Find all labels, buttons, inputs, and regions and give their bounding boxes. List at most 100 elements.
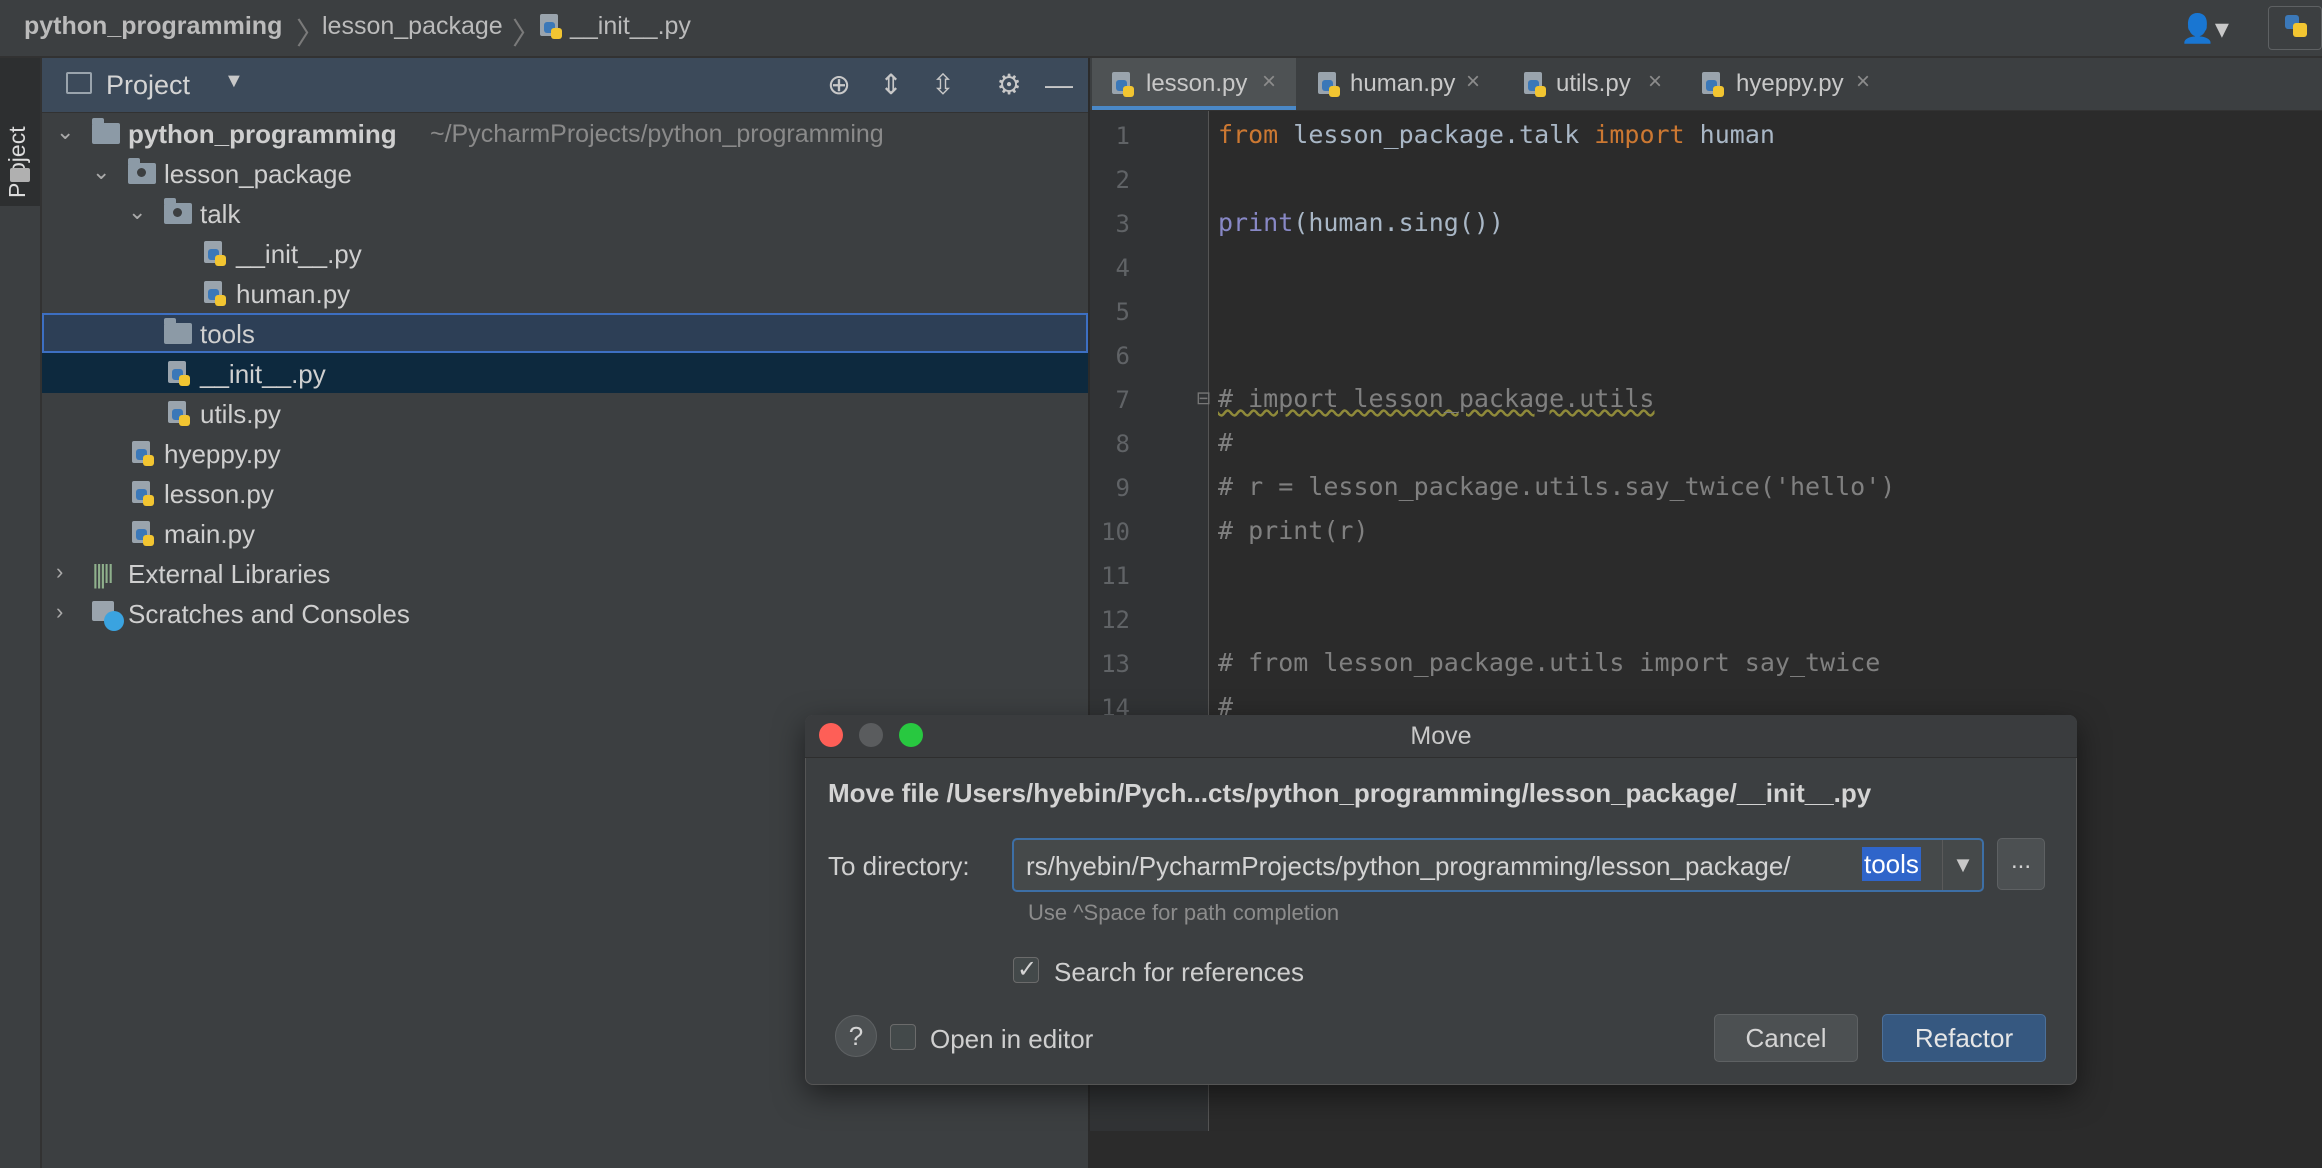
code-line-9: # r = lesson_package.utils.say_twice('he…: [1218, 472, 1896, 501]
to-directory-selected-text: tools: [1862, 847, 1921, 881]
minimize-icon[interactable]: —: [1042, 68, 1076, 102]
line-number: 3: [1115, 210, 1130, 238]
line-number: 6: [1115, 342, 1130, 370]
python-file-icon: [1700, 70, 1726, 98]
tree-item-human[interactable]: human.py: [42, 273, 1088, 313]
tree-item-talk[interactable]: ⌄ talk: [42, 193, 1088, 233]
python-file-icon: [130, 519, 156, 547]
tree-label: main.py: [164, 519, 256, 549]
clock-icon: [104, 611, 124, 631]
chevron-right-icon[interactable]: ›: [56, 559, 63, 585]
tree-label: utils.py: [200, 399, 281, 429]
project-tool-tab-label: Project: [4, 126, 30, 198]
search-references-label[interactable]: Search for references: [1054, 957, 1304, 988]
tree-label: Scratches and Consoles: [128, 599, 410, 629]
chevron-down-icon[interactable]: ⌄: [128, 199, 146, 225]
line-number: 10: [1101, 518, 1130, 546]
line-number: 13: [1101, 650, 1130, 678]
chevron-down-icon[interactable]: ⌄: [56, 119, 74, 145]
line-number: 4: [1115, 254, 1130, 282]
tree-item-lesson-package[interactable]: ⌄ lesson_package: [42, 153, 1088, 193]
library-icon: |||‖: [92, 559, 114, 589]
help-button[interactable]: ?: [835, 1015, 877, 1057]
tab-human[interactable]: human.py ×: [1310, 58, 1510, 110]
package-folder-icon: [164, 198, 192, 224]
gear-icon[interactable]: ⚙: [992, 68, 1026, 102]
collapse-all-icon[interactable]: ⇳: [926, 68, 960, 102]
tree-item-python-programming[interactable]: ⌄ python_programming ~/PycharmProjects/p…: [42, 113, 1088, 153]
tree-label: human.py: [236, 279, 351, 309]
open-in-editor-checkbox[interactable]: [890, 1024, 916, 1050]
path-completion-hint: Use ^Space for path completion: [1028, 900, 1340, 925]
close-icon[interactable]: ×: [1856, 68, 1870, 96]
tree-item-scratches[interactable]: › Scratches and Consoles: [42, 593, 1088, 633]
close-icon[interactable]: ×: [1262, 68, 1276, 96]
refactor-button[interactable]: Refactor: [1882, 1014, 2046, 1062]
tree-item-main[interactable]: main.py: [42, 513, 1088, 553]
line-number: 12: [1101, 606, 1130, 634]
tree-label: lesson.py: [164, 479, 274, 509]
tree-label: External Libraries: [128, 559, 331, 589]
project-tool-tab[interactable]: Project: [0, 58, 40, 206]
python-file-icon: [202, 239, 228, 267]
tree-item-external-libraries[interactable]: › |||‖ External Libraries: [42, 553, 1088, 593]
cancel-button[interactable]: Cancel: [1714, 1014, 1858, 1062]
tree-label: hyeppy.py: [164, 439, 281, 469]
tree-label: python_programming: [128, 119, 397, 149]
tree-item-tools[interactable]: tools: [42, 313, 1088, 353]
project-view-icon: [66, 72, 92, 94]
folder-icon: [10, 168, 30, 182]
folder-icon: [92, 118, 120, 144]
browse-button[interactable]: ...: [1997, 838, 2045, 890]
dialog-title: Move: [1410, 722, 1472, 750]
search-references-checkbox[interactable]: [1013, 955, 1039, 984]
chevron-down-icon[interactable]: ▼: [1942, 840, 1983, 890]
code-line-10: # print(r): [1218, 516, 1369, 545]
fold-icon[interactable]: ⊟: [1196, 388, 1211, 409]
line-number: 11: [1101, 562, 1130, 590]
project-view-title[interactable]: Project: [106, 70, 190, 101]
line-number: 9: [1115, 474, 1130, 502]
to-directory-value: rs/hyebin/PycharmProjects/python_program…: [1026, 851, 1791, 881]
open-in-editor-label[interactable]: Open in editor: [930, 1024, 1093, 1055]
tree-path: ~/PycharmProjects/python_programming: [430, 120, 884, 148]
close-icon[interactable]: ×: [1466, 68, 1480, 96]
tree-item-talk-init[interactable]: __init__.py: [42, 233, 1088, 273]
tool-window-strip: [0, 58, 42, 1168]
python-file-icon: [1316, 70, 1342, 98]
run-config-button[interactable]: [2268, 6, 2322, 50]
tab-label: human.py: [1350, 70, 1456, 97]
user-account-icon[interactable]: 👤▾: [2180, 12, 2229, 45]
breadcrumb-package[interactable]: lesson_package: [322, 12, 503, 41]
code-line-8: #: [1218, 428, 1234, 457]
expand-all-icon[interactable]: ⇕: [874, 68, 908, 102]
chevron-right-icon[interactable]: ›: [56, 599, 63, 625]
locate-file-icon[interactable]: ⊕: [822, 68, 856, 102]
tree-item-utils[interactable]: utils.py: [42, 393, 1088, 433]
tab-lesson[interactable]: lesson.py ×: [1092, 58, 1296, 110]
breadcrumb-file[interactable]: __init__.py: [570, 12, 691, 41]
dialog-heading: Move file /Users/hyebin/Pych...cts/pytho…: [828, 778, 1872, 808]
tree-item-hyeppy[interactable]: hyeppy.py: [42, 433, 1088, 473]
folder-icon: [164, 318, 192, 344]
close-icon[interactable]: ×: [1648, 68, 1662, 96]
tree-label: talk: [200, 199, 241, 229]
code-line-7: # import lesson_package.utils: [1218, 384, 1655, 413]
tab-hyeppy[interactable]: hyeppy.py ×: [1700, 58, 1900, 110]
tree-item-package-init[interactable]: __init__.py: [42, 353, 1088, 393]
python-file-icon: [202, 279, 228, 307]
code-line-1: from lesson_package.talk import human: [1218, 120, 1775, 149]
breadcrumb-project[interactable]: python_programming: [24, 12, 282, 41]
tree-label: tools: [200, 319, 255, 349]
line-number: 2: [1115, 166, 1130, 194]
code-line-3: print(human.sing()): [1218, 208, 1504, 237]
code-line-13: # from lesson_package.utils import say_t…: [1218, 648, 1881, 677]
tab-label: utils.py: [1556, 70, 1631, 97]
tree-item-lesson[interactable]: lesson.py: [42, 473, 1088, 513]
tree-label: __init__.py: [236, 239, 362, 269]
python-file-icon: [1110, 70, 1136, 98]
tree-label: lesson_package: [164, 159, 352, 189]
tab-utils[interactable]: utils.py ×: [1518, 58, 1698, 110]
chevron-down-icon[interactable]: ⌄: [92, 159, 110, 185]
chevron-down-icon[interactable]: ▼: [224, 70, 244, 93]
